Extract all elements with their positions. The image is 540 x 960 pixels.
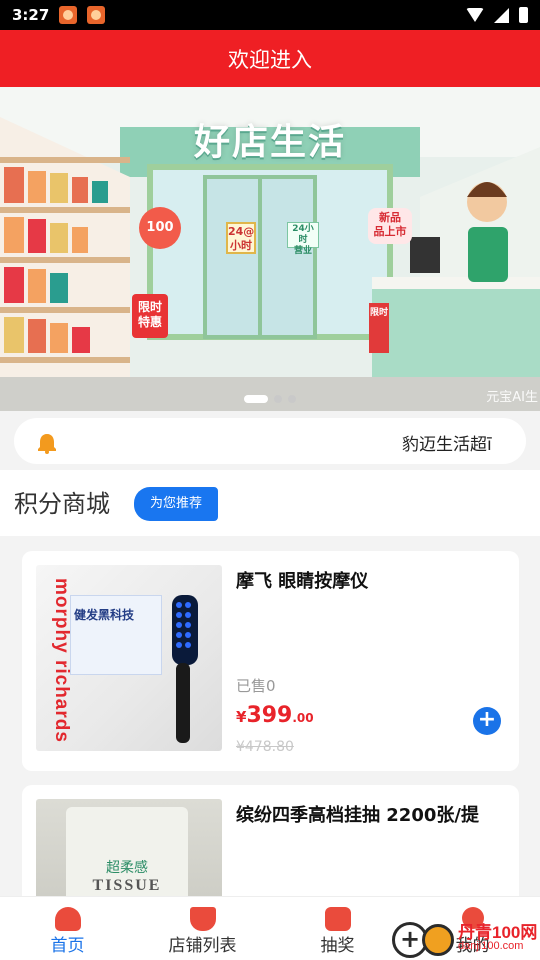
product-card[interactable]: 超柔感 TISSUE 缤纷四季高档挂抽 2200张/提 bbox=[22, 785, 519, 896]
price-decimal: .00 bbox=[292, 711, 314, 725]
app-notification-icon bbox=[87, 6, 106, 24]
product-price: ¥399.00 bbox=[236, 703, 314, 728]
nav-shop-list[interactable]: 店铺列表 bbox=[135, 897, 270, 960]
recommend-tag[interactable]: 为您推荐 bbox=[134, 487, 218, 521]
section-header: 积分商城 为您推荐 bbox=[0, 470, 540, 536]
banner-badge-100: 100 bbox=[139, 207, 181, 249]
page-title: 欢迎进入 bbox=[228, 47, 312, 72]
lottery-icon bbox=[324, 907, 351, 931]
nav-label: 首页 bbox=[50, 936, 85, 956]
banner-sign-24h: 24@ 小时 bbox=[226, 222, 256, 254]
massager-device-illustration bbox=[172, 595, 198, 743]
carousel-indicator[interactable] bbox=[0, 395, 540, 403]
signal-icon bbox=[494, 7, 509, 23]
product-image[interactable]: 超柔感 TISSUE bbox=[36, 799, 222, 896]
home-icon bbox=[54, 907, 81, 931]
banner-headline: 好店生活 bbox=[193, 122, 346, 163]
carousel-dot[interactable] bbox=[244, 395, 268, 403]
thumb-package: 健发黑科技 bbox=[70, 595, 162, 675]
wifi-icon bbox=[466, 8, 484, 22]
banner-carousel[interactable]: 好店生活 100 24@ 小时 24小时 营业 新品 品上市 限时 特惠 限时 … bbox=[0, 87, 540, 411]
bell-icon bbox=[38, 434, 56, 454]
thumb-sub-text: 超柔感 bbox=[106, 860, 148, 876]
thumb-package-title: 健发黑科技 bbox=[74, 608, 135, 622]
carousel-dot[interactable] bbox=[274, 395, 282, 403]
notice-bar[interactable]: 豹迈生活超ī bbox=[14, 418, 526, 464]
thumb-brand-text: morphy richards bbox=[51, 577, 72, 743]
app-header: 欢迎进入 bbox=[0, 30, 540, 87]
section-title: 积分商城 bbox=[14, 490, 110, 518]
price-currency: ¥ bbox=[236, 708, 247, 726]
status-indicators bbox=[466, 7, 528, 23]
app-notification-icon bbox=[59, 6, 78, 24]
banner-sign-side: 限时 bbox=[369, 303, 389, 353]
product-card[interactable]: morphy richards 健发黑科技 摩飞 眼睛按摩仪 已售0 ¥399.… bbox=[22, 551, 519, 771]
status-time: 3:27 bbox=[12, 6, 50, 24]
notice-text: 豹迈生活超ī bbox=[402, 435, 492, 455]
thumb-brand-text: TISSUE bbox=[92, 877, 162, 894]
watermark-logo-icon bbox=[422, 924, 454, 956]
nav-label: 店铺列表 bbox=[168, 936, 237, 956]
tissue-package-illustration: 超柔感 TISSUE bbox=[66, 807, 188, 896]
sold-count: 已售0 bbox=[236, 677, 276, 695]
product-name[interactable]: 缤纷四季高档挂抽 2200张/提 bbox=[236, 801, 479, 827]
nav-lottery[interactable]: 抽奖 bbox=[270, 897, 405, 960]
banner-sign-limited: 限时 特惠 bbox=[132, 294, 168, 338]
add-to-cart-button[interactable]: + bbox=[473, 707, 501, 735]
original-price: ¥478.80 bbox=[236, 739, 294, 755]
banner-sign-new: 新品 品上市 bbox=[368, 208, 412, 244]
banner-sign-24-open: 24小时 营业 bbox=[287, 222, 319, 256]
shop-icon bbox=[189, 907, 216, 931]
nav-home[interactable]: 首页 bbox=[0, 897, 135, 960]
product-list[interactable]: morphy richards 健发黑科技 摩飞 眼睛按摩仪 已售0 ¥399.… bbox=[0, 536, 540, 896]
status-bar: 3:27 bbox=[0, 0, 540, 30]
carousel-dot[interactable] bbox=[288, 395, 296, 403]
battery-icon bbox=[519, 7, 528, 23]
price-integer: 399 bbox=[246, 703, 293, 728]
watermark-url: danji100.com bbox=[458, 940, 524, 952]
nav-label: 抽奖 bbox=[320, 936, 355, 956]
product-image[interactable]: morphy richards 健发黑科技 bbox=[36, 565, 222, 751]
product-name[interactable]: 摩飞 眼睛按摩仪 bbox=[236, 567, 368, 593]
